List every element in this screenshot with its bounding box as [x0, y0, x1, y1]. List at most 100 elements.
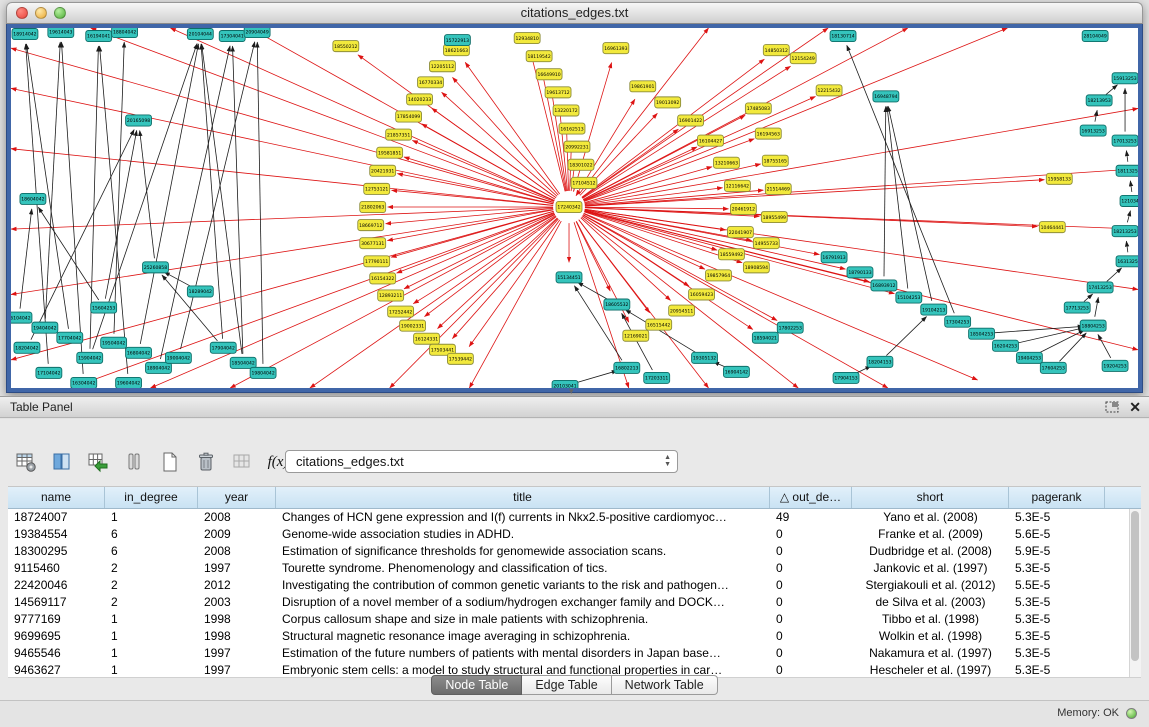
graph-node[interactable]: 12205112 [430, 61, 456, 72]
graph-node[interactable]: 13210663 [714, 157, 740, 168]
table-row[interactable]: 2242004622012Investigating the contribut… [8, 577, 1141, 594]
graph-node[interactable]: 15722913 [444, 35, 470, 46]
graph-node[interactable]: 16770334 [418, 77, 444, 88]
graph-node[interactable]: 12116642 [724, 180, 750, 191]
graph-node[interactable]: 20461912 [730, 203, 756, 214]
tab-edge-table[interactable]: Edge Table [522, 675, 611, 695]
graph-node[interactable]: 17904042 [210, 342, 236, 353]
table-row[interactable]: 911546021997Tourette syndrome. Phenomeno… [8, 560, 1141, 577]
graph-node[interactable]: 19404253 [1016, 352, 1042, 363]
graph-node[interactable]: 19004042 [165, 352, 191, 363]
graph-node[interactable]: 17413253 [1087, 282, 1113, 293]
graph-node[interactable]: 21514469 [765, 183, 791, 194]
graph-node[interactable]: 20103041 [552, 380, 578, 388]
column-header[interactable]: year [198, 487, 276, 508]
graph-node[interactable]: 16961393 [603, 43, 629, 54]
graph-node[interactable]: 18289042 [187, 286, 213, 297]
graph-node[interactable]: 15913253 [1112, 73, 1138, 84]
show-columns-button[interactable] [46, 446, 78, 478]
scrollbar-thumb[interactable] [1131, 511, 1139, 661]
graph-node[interactable]: 14850312 [763, 45, 789, 56]
graph-node[interactable]: 18504253 [969, 328, 995, 339]
graph-node[interactable]: 18204153 [867, 356, 893, 367]
graph-node[interactable]: 16804042 [126, 347, 152, 358]
column-header[interactable]: short [852, 487, 1009, 508]
close-window-icon[interactable] [16, 7, 28, 19]
graph-node[interactable]: 16204253 [993, 340, 1019, 351]
graph-node[interactable]: 18119542 [526, 51, 552, 62]
column-header[interactable]: name [8, 487, 105, 508]
graph-node[interactable]: 19581851 [377, 147, 403, 158]
graph-node[interactable]: 10464441 [1039, 222, 1065, 233]
graph-node[interactable]: 18504042 [230, 357, 256, 368]
import-table-button[interactable] [82, 446, 114, 478]
tab-node-table[interactable]: Node Table [431, 675, 522, 695]
graph-node[interactable]: 17485083 [745, 103, 771, 114]
graph-node[interactable]: 12934810 [514, 33, 540, 44]
graph-node[interactable]: 16162513 [559, 123, 585, 134]
graph-node[interactable]: 17802253 [777, 322, 803, 333]
graph-node[interactable]: 18804042 [112, 28, 138, 38]
network-canvas[interactable]: 17240342 18621663 12205112 16770334 14020233… [11, 28, 1138, 388]
graph-node[interactable]: 17252442 [388, 306, 414, 317]
graph-node[interactable]: 13220172 [553, 105, 579, 116]
graph-node[interactable]: 18301022 [568, 159, 594, 170]
graph-node[interactable]: 19002331 [400, 320, 426, 331]
graph-node[interactable]: 16913253 [1080, 125, 1106, 136]
graph-node[interactable]: 18213253 [1112, 226, 1138, 237]
graph-node[interactable]: 12169021 [623, 330, 649, 341]
graph-node[interactable]: 18559492 [718, 249, 744, 260]
graph-node[interactable]: 16515442 [646, 319, 672, 330]
delete-rows-button[interactable] [190, 446, 222, 478]
graph-node[interactable]: 16194563 [755, 128, 781, 139]
row-tools-button[interactable] [118, 446, 150, 478]
table-row[interactable]: 969969511998Structural magnetic resonanc… [8, 628, 1141, 645]
graph-node[interactable]: 16104042 [11, 312, 32, 323]
table-selector-dropdown[interactable]: citations_edges.txt ▲▼ [285, 450, 678, 473]
graph-node[interactable]: 16313253 [1116, 256, 1138, 267]
graph-node[interactable]: 17104512 [571, 177, 597, 188]
graph-node[interactable]: 14020233 [407, 94, 433, 105]
graph-node[interactable]: 19404042 [32, 322, 58, 333]
graph-node[interactable]: 18755165 [762, 155, 788, 166]
column-header[interactable]: in_degree [105, 487, 198, 508]
graph-node[interactable]: 17790111 [364, 256, 390, 267]
graph-node[interactable]: 17604253 [1040, 362, 1066, 373]
graph-node[interactable]: 18605532 [604, 299, 630, 310]
graph-node[interactable]: 17854099 [396, 111, 422, 122]
delete-table-button[interactable] [226, 446, 258, 478]
graph-node[interactable]: 17104042 [36, 367, 62, 378]
table-mode-button[interactable] [10, 446, 42, 478]
graph-node[interactable]: 18908594 [743, 262, 769, 273]
graph-node[interactable]: 15604253 [91, 302, 117, 313]
graph-node[interactable]: 17240342 [556, 201, 582, 212]
table-row[interactable]: 946554611997Estimation of the future num… [8, 645, 1141, 662]
graph-node[interactable]: 16802213 [614, 362, 640, 373]
graph-node[interactable]: 18213953 [1086, 95, 1112, 106]
graph-node[interactable]: 17304041 [219, 31, 245, 42]
graph-node[interactable]: 18621663 [443, 45, 469, 56]
graph-node[interactable]: 12893211 [378, 290, 404, 301]
graph-node[interactable]: 20954511 [669, 305, 695, 316]
graph-node[interactable]: 16194041 [86, 31, 112, 42]
graph-node[interactable]: 20165098 [126, 115, 152, 126]
graph-node[interactable]: 16649910 [536, 69, 562, 80]
graph-node[interactable]: 19604042 [116, 377, 142, 388]
graph-node[interactable]: 18904042 [146, 362, 172, 373]
graph-node[interactable]: 18204042 [14, 342, 40, 353]
new-table-button[interactable] [154, 446, 186, 478]
graph-node[interactable]: 16059423 [689, 289, 715, 300]
graph-node[interactable]: 21802063 [360, 201, 386, 212]
column-header[interactable]: title [276, 487, 770, 508]
graph-node[interactable]: 18790133 [847, 267, 873, 278]
table-row[interactable]: 1830029562008Estimation of significance … [8, 543, 1141, 560]
graph-node[interactable]: 17013253 [1112, 135, 1138, 146]
graph-node[interactable]: 16948794 [873, 91, 899, 102]
graph-node[interactable]: 14955733 [753, 238, 779, 249]
float-panel-icon[interactable] [1105, 401, 1119, 413]
graph-node[interactable]: 28104049 [1082, 31, 1108, 42]
graph-node[interactable]: 19305132 [692, 352, 718, 363]
graph-node[interactable]: 17904153 [833, 372, 859, 383]
graph-node[interactable]: 18914042 [12, 29, 38, 40]
memory-status-icon[interactable] [1126, 708, 1137, 719]
